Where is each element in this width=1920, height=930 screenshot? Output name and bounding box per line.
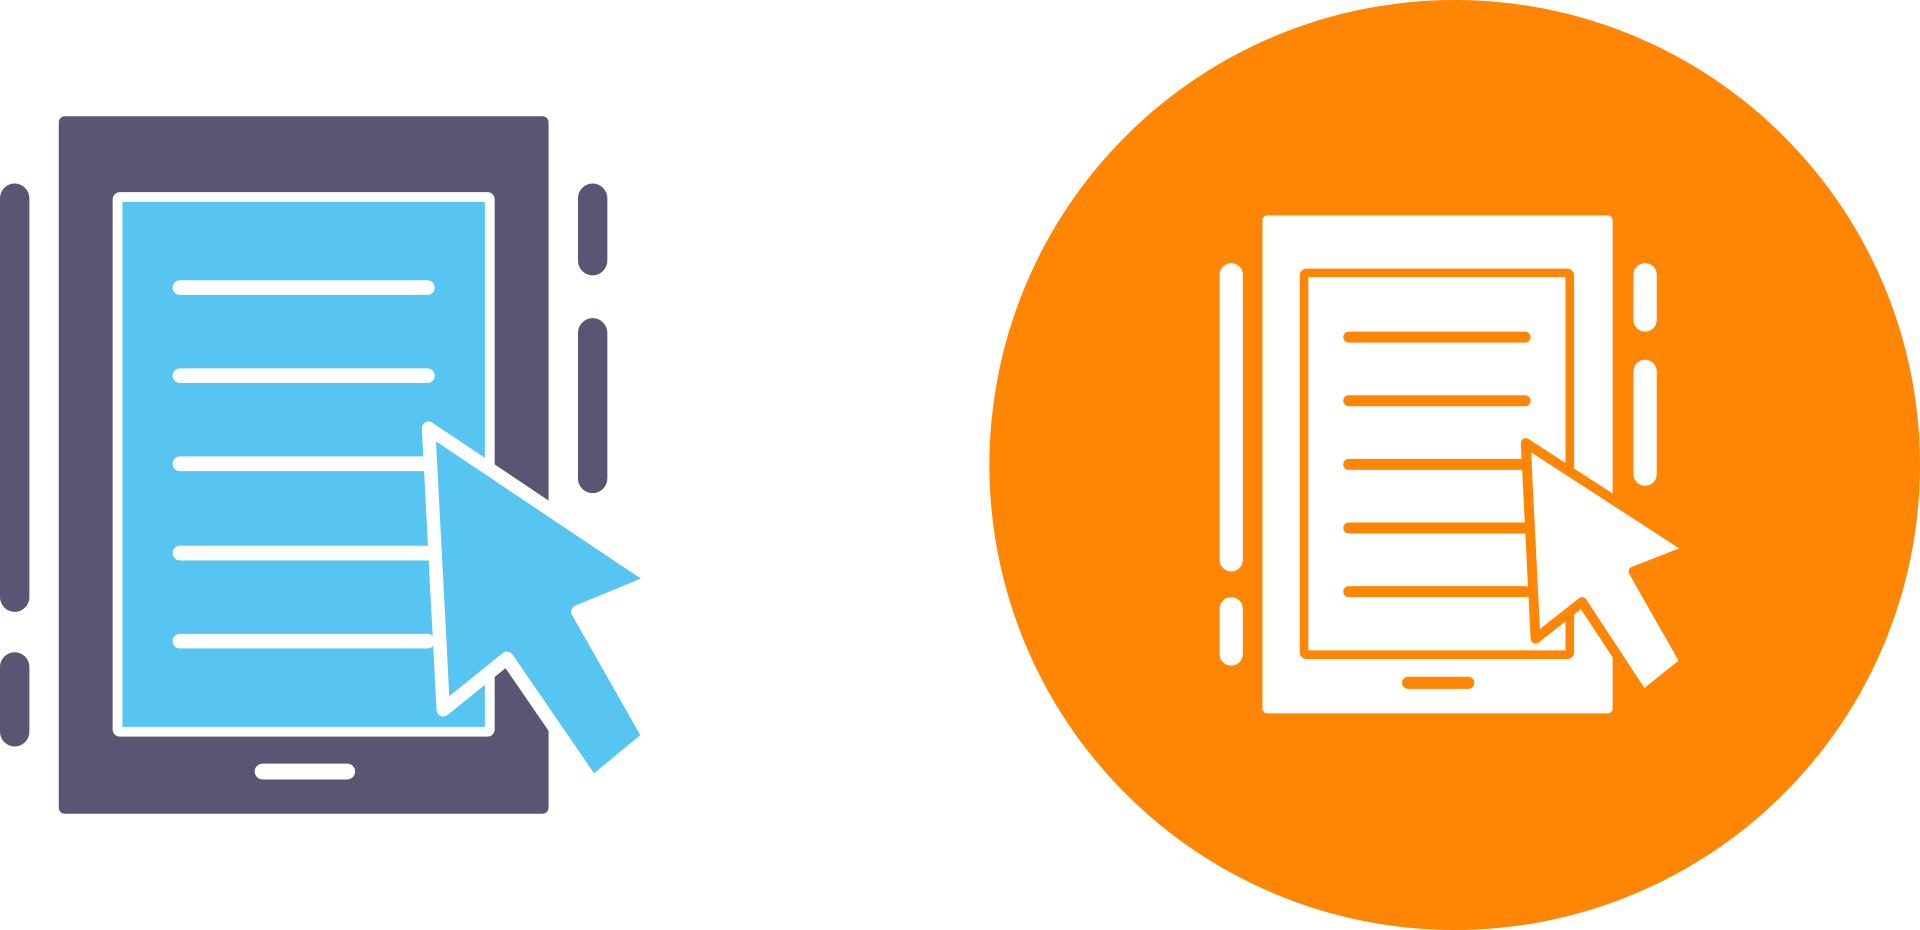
icon-canvas: [0, 0, 1920, 930]
home-button: [254, 763, 356, 780]
icon-sheet: [0, 0, 1920, 930]
home-button: [1402, 676, 1475, 689]
tablet-with-cursor-circle-icon: [989, 0, 1920, 930]
tablet-with-cursor-icon: [0, 116, 662, 814]
